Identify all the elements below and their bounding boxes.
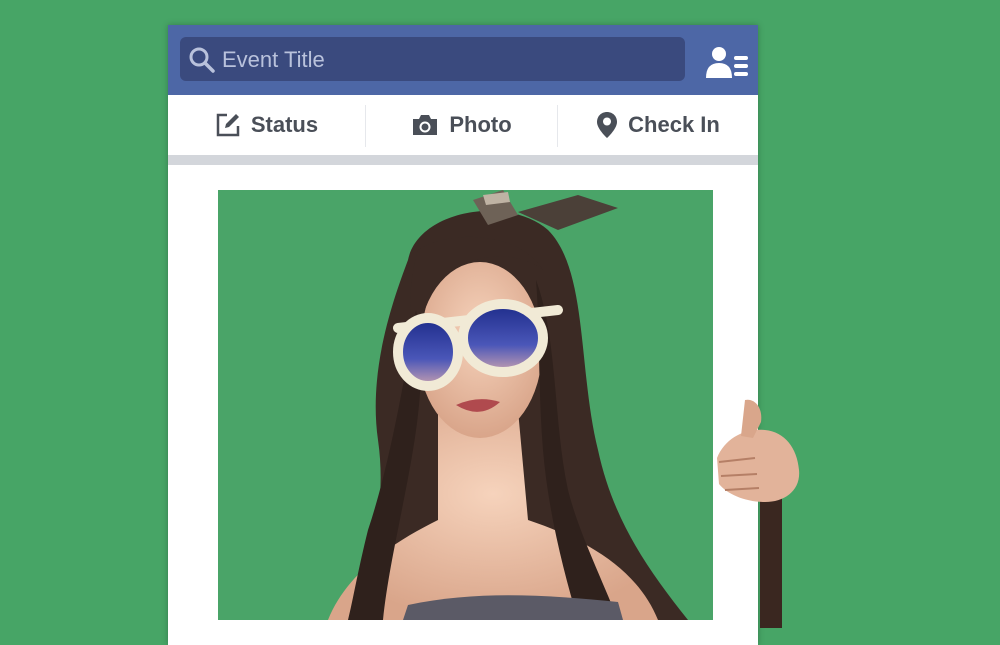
tab-check-in[interactable]: Check In xyxy=(558,95,758,155)
edit-icon xyxy=(216,113,240,137)
tab-photo[interactable]: Photo xyxy=(366,95,557,155)
search-bar[interactable]: Event Title xyxy=(180,37,685,81)
post-photo xyxy=(218,190,713,620)
tab-check-in-label: Check In xyxy=(628,112,720,137)
friends-icon[interactable] xyxy=(706,45,750,79)
camera-icon xyxy=(413,115,438,135)
tab-photo-label: Photo xyxy=(449,112,512,137)
search-placeholder[interactable]: Event Title xyxy=(222,47,325,73)
top-bar: Event Title xyxy=(168,25,758,95)
location-pin-icon xyxy=(597,112,618,138)
search-icon xyxy=(189,47,215,73)
tab-status[interactable]: Status xyxy=(168,95,365,155)
tabs-divider xyxy=(168,155,758,165)
hand-holding-frame xyxy=(717,399,800,628)
photo-booth-frame: Event Title Status Photo Check In xyxy=(168,25,758,645)
composer-tabs: Status Photo Check In xyxy=(168,95,758,155)
woman-photo xyxy=(328,190,688,620)
tab-status-label: Status xyxy=(250,112,319,137)
